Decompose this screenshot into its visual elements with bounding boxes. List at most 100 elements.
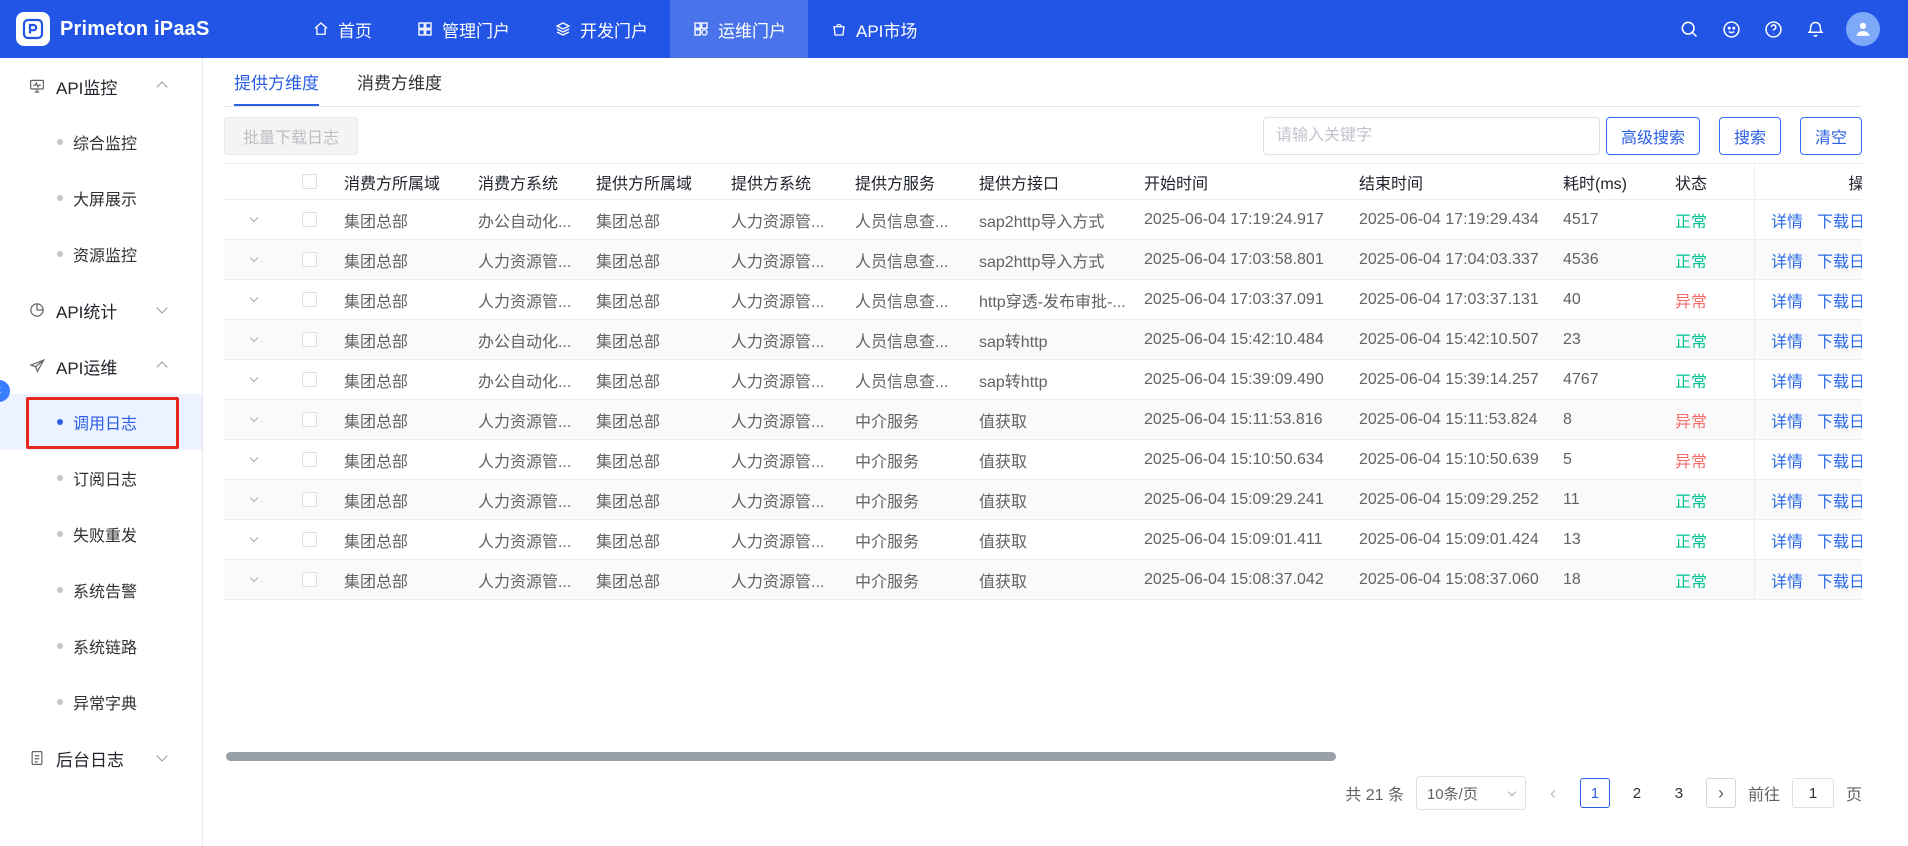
- sidebar-group-api-monitor[interactable]: API监控: [0, 58, 202, 114]
- user-avatar[interactable]: [1846, 12, 1880, 46]
- clear-button[interactable]: 清空: [1800, 117, 1862, 155]
- row-checkbox[interactable]: [302, 372, 317, 387]
- sidebar-group-backend-logs[interactable]: 后台日志: [0, 730, 202, 786]
- row-checkbox[interactable]: [302, 492, 317, 507]
- row-expand-icon[interactable]: [250, 535, 258, 542]
- bell-icon[interactable]: [1804, 18, 1826, 40]
- sidebar-group-api-stats[interactable]: API统计: [0, 282, 202, 338]
- download-log-link[interactable]: 下载日志: [1817, 528, 1862, 552]
- sidebar-item-system-alerts[interactable]: 系统告警: [0, 562, 202, 618]
- sidebar-item-call-logs[interactable]: 调用日志: [0, 394, 202, 450]
- chevron-down-icon: [1508, 787, 1516, 795]
- row-expand-icon[interactable]: [250, 455, 258, 462]
- search-button[interactable]: 搜索: [1719, 117, 1781, 155]
- detail-link[interactable]: 详情: [1771, 568, 1803, 592]
- toolbar: 批量下载日志 高级搜索 搜索 清空: [224, 117, 1862, 155]
- download-log-link[interactable]: 下载日志: [1817, 448, 1862, 472]
- nav-item-home[interactable]: 首页: [290, 0, 394, 58]
- sidebar-item-failure-retry[interactable]: 失败重发: [0, 506, 202, 562]
- detail-link[interactable]: 详情: [1771, 488, 1803, 512]
- page-size-select[interactable]: 10条/页: [1416, 776, 1526, 810]
- page-button-1[interactable]: 1: [1580, 778, 1610, 808]
- download-log-link[interactable]: 下载日志: [1817, 288, 1862, 312]
- download-log-link[interactable]: 下载日志: [1817, 488, 1862, 512]
- row-expand-icon[interactable]: [250, 575, 258, 582]
- row-expand-icon[interactable]: [250, 375, 258, 382]
- total-count: 共 21 条: [1345, 781, 1404, 805]
- ops-icon: [28, 357, 46, 375]
- cell-end-time: 2025-06-04 15:08:37.060: [1349, 571, 1553, 589]
- sidebar-item-resource-monitor[interactable]: 资源监控: [0, 226, 202, 282]
- goto-page-input[interactable]: [1792, 778, 1834, 808]
- brand[interactable]: Primeton iPaaS: [0, 12, 230, 46]
- prev-page-button[interactable]: ‹: [1538, 778, 1568, 808]
- cell-consumer-domain: 集团总部: [334, 208, 468, 232]
- cell-consumer-domain: 集团总部: [334, 328, 468, 352]
- sidebar-group-api-ops[interactable]: API运维: [0, 338, 202, 394]
- row-checkbox[interactable]: [302, 332, 317, 347]
- sidebar-item-subscription-logs[interactable]: 订阅日志: [0, 450, 202, 506]
- batch-download-button[interactable]: 批量下载日志: [224, 117, 358, 155]
- nav-item-dev-portal[interactable]: 开发门户: [532, 0, 670, 58]
- cell-provider-system: 人力资源管...: [721, 288, 845, 312]
- detail-link[interactable]: 详情: [1771, 288, 1803, 312]
- search-icon[interactable]: [1678, 18, 1700, 40]
- select-all-checkbox[interactable]: [302, 174, 317, 189]
- page-button-2[interactable]: 2: [1622, 778, 1652, 808]
- detail-link[interactable]: 详情: [1771, 528, 1803, 552]
- sidebar-item-comprehensive-monitor[interactable]: 综合监控: [0, 114, 202, 170]
- table-row: 集团总部 人力资源管... 集团总部 人力资源管... 中介服务 值获取 202…: [224, 440, 1862, 480]
- row-checkbox[interactable]: [302, 252, 317, 267]
- row-checkbox[interactable]: [302, 292, 317, 307]
- download-log-link[interactable]: 下载日志: [1817, 328, 1862, 352]
- row-expand-icon[interactable]: [250, 335, 258, 342]
- row-checkbox[interactable]: [302, 572, 317, 587]
- col-consumer-system: 消费方系统: [468, 170, 586, 194]
- nav-item-api-market[interactable]: API市场: [808, 0, 939, 58]
- sidebar-item-system-trace[interactable]: 系统链路: [0, 618, 202, 674]
- nav-item-ops-portal[interactable]: 运维门户: [670, 0, 808, 58]
- row-expand-icon[interactable]: [250, 295, 258, 302]
- detail-link[interactable]: 详情: [1771, 328, 1803, 352]
- detail-link[interactable]: 详情: [1771, 208, 1803, 232]
- keyword-search-input[interactable]: [1263, 117, 1600, 155]
- ai-assistant-icon[interactable]: [1720, 18, 1742, 40]
- tab-provider-dimension[interactable]: 提供方维度: [234, 58, 319, 106]
- apps-icon: [692, 20, 710, 38]
- download-log-link[interactable]: 下载日志: [1817, 248, 1862, 272]
- help-icon[interactable]: [1762, 18, 1784, 40]
- advanced-search-button[interactable]: 高级搜索: [1606, 117, 1700, 155]
- sidebar-item-label: 调用日志: [73, 410, 137, 434]
- layers-icon: [554, 20, 572, 38]
- download-log-link[interactable]: 下载日志: [1817, 208, 1862, 232]
- tab-consumer-dimension[interactable]: 消费方维度: [357, 58, 442, 106]
- download-log-link[interactable]: 下载日志: [1817, 568, 1862, 592]
- cell-consumer-domain: 集团总部: [334, 288, 468, 312]
- row-expand-icon[interactable]: [250, 255, 258, 262]
- detail-link[interactable]: 详情: [1771, 448, 1803, 472]
- horizontal-scrollbar[interactable]: [226, 752, 1336, 761]
- detail-link[interactable]: 详情: [1771, 248, 1803, 272]
- row-checkbox[interactable]: [302, 212, 317, 227]
- table-row: 集团总部 人力资源管... 集团总部 人力资源管... 中介服务 值获取 202…: [224, 560, 1862, 600]
- row-checkbox[interactable]: [302, 532, 317, 547]
- row-checkbox[interactable]: [302, 452, 317, 467]
- page-button-3[interactable]: 3: [1664, 778, 1694, 808]
- sidebar-item-exception-dict[interactable]: 异常字典: [0, 674, 202, 730]
- cell-end-time: 2025-06-04 15:39:14.257: [1349, 371, 1553, 389]
- status-badge: 异常: [1675, 414, 1707, 431]
- nav-item-admin-portal[interactable]: 管理门户: [394, 0, 532, 58]
- download-log-link[interactable]: 下载日志: [1817, 408, 1862, 432]
- row-expand-icon[interactable]: [250, 215, 258, 222]
- row-expand-icon[interactable]: [250, 495, 258, 502]
- detail-link[interactable]: 详情: [1771, 368, 1803, 392]
- row-checkbox[interactable]: [302, 412, 317, 427]
- download-log-link[interactable]: 下载日志: [1817, 368, 1862, 392]
- detail-link[interactable]: 详情: [1771, 408, 1803, 432]
- next-page-button[interactable]: ›: [1706, 778, 1736, 808]
- cell-provider-system: 人力资源管...: [721, 568, 845, 592]
- sidebar-item-big-screen[interactable]: 大屏展示: [0, 170, 202, 226]
- row-expand-icon[interactable]: [250, 415, 258, 422]
- cell-consumer-system: 办公自动化...: [468, 208, 586, 232]
- header-select-col: [284, 174, 334, 189]
